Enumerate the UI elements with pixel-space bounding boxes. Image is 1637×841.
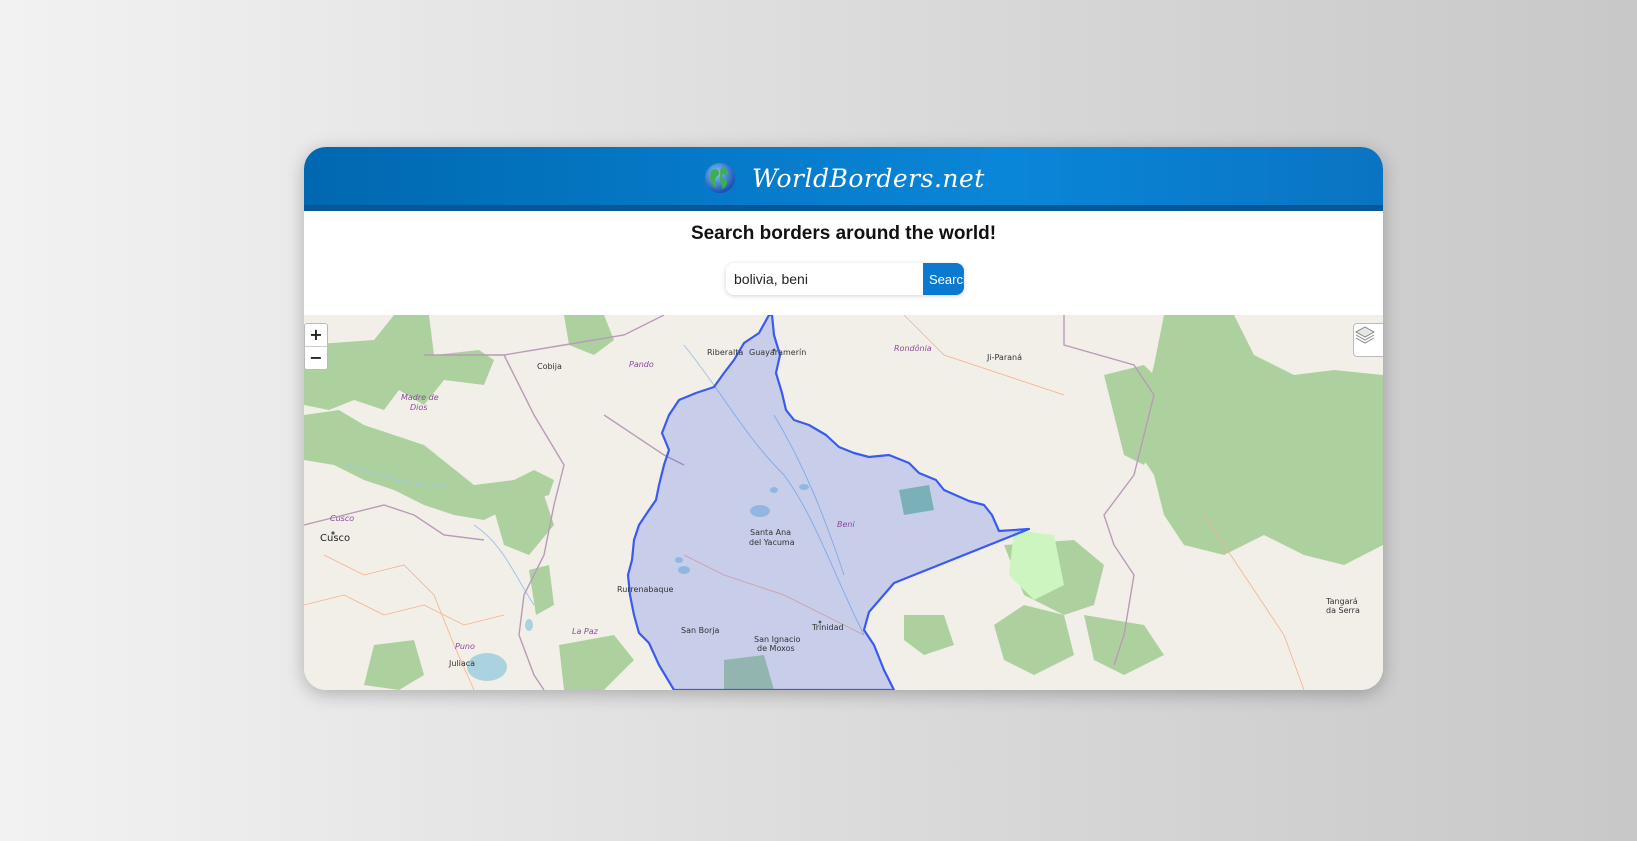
place-label: Tangará [1325,597,1358,606]
place-label: Juliaca [448,659,475,668]
place-label: del Yacuma [749,538,795,547]
map-view[interactable]: Cobija Pando Riberalta Guayaramerín Rond… [304,315,1383,690]
search-input[interactable] [726,263,923,295]
place-label: Beni [837,520,855,529]
place-label: Pando [629,360,654,369]
place-label: Rondônia [894,343,932,353]
place-label: San Borja [681,626,719,635]
brand[interactable]: WorldBorders.net [704,159,985,197]
place-label: La Paz [572,627,599,636]
page-tagline: Search borders around the world! [690,223,997,244]
place-label: Cusco [320,533,350,544]
map-canvas: Cobija Pando Riberalta Guayaramerín Rond… [304,315,1383,690]
place-label: Santa Ana [750,528,791,537]
place-label: Guayaramerín [749,348,806,357]
main-card: WorldBorders.net Search borders around t… [304,147,1383,690]
place-label: Ji-Paraná [986,353,1022,362]
brand-name: WorldBorders.net [752,163,985,193]
place-label: Riberalta [707,348,743,357]
place-label: Cobija [537,362,562,371]
search-button[interactable]: Search [923,263,964,295]
layers-control-button[interactable] [1353,323,1383,357]
zoom-in-button[interactable]: + [305,324,327,346]
layers-icon [1354,326,1376,344]
place-label: de Moxos [757,644,795,653]
globe-icon [705,163,735,193]
place-label: Rurrenabaque [617,585,674,594]
place-label: Dios [410,403,427,412]
place-label: Puno [455,642,475,651]
zoom-control: + − [304,323,328,370]
search-form: Search [726,263,964,295]
site-header: WorldBorders.net [304,147,1383,211]
place-label: Trinidad [811,623,844,632]
place-label: Cusco [330,514,354,523]
place-label: da Serra [1326,606,1360,615]
place-label: San Ignacio [754,635,801,644]
zoom-out-button[interactable]: − [305,346,327,369]
place-label: Madre de [401,393,439,402]
